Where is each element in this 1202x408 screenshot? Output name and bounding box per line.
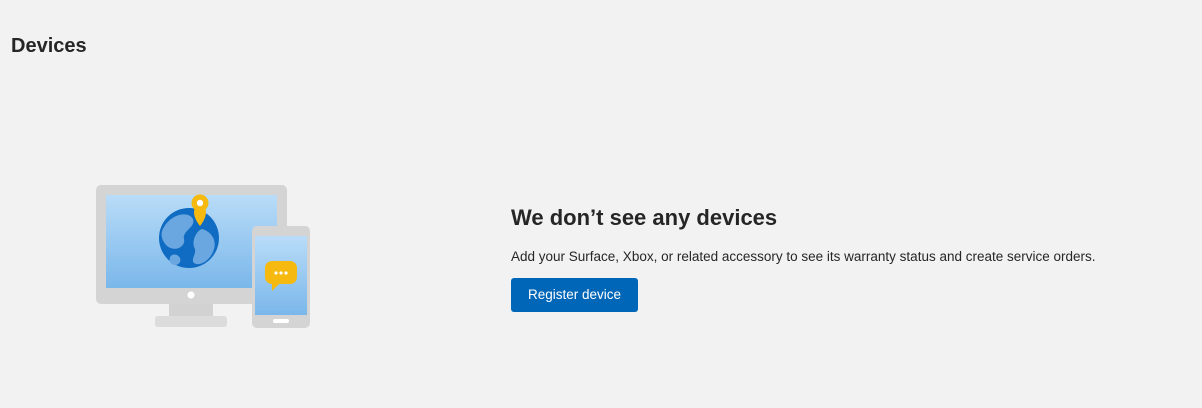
devices-illustration-icon — [94, 183, 314, 333]
globe-icon — [159, 208, 219, 268]
empty-state: We don’t see any devices Add your Surfac… — [511, 204, 1171, 312]
empty-state-description: Add your Surface, Xbox, or related acces… — [511, 249, 1096, 264]
monitor-stand — [169, 303, 213, 317]
register-device-button[interactable]: Register device — [511, 278, 639, 312]
monitor-base — [155, 316, 227, 327]
monitor-power-dot — [187, 291, 195, 299]
empty-state-title: We don’t see any devices — [511, 205, 778, 230]
page-title: Devices — [11, 35, 87, 57]
